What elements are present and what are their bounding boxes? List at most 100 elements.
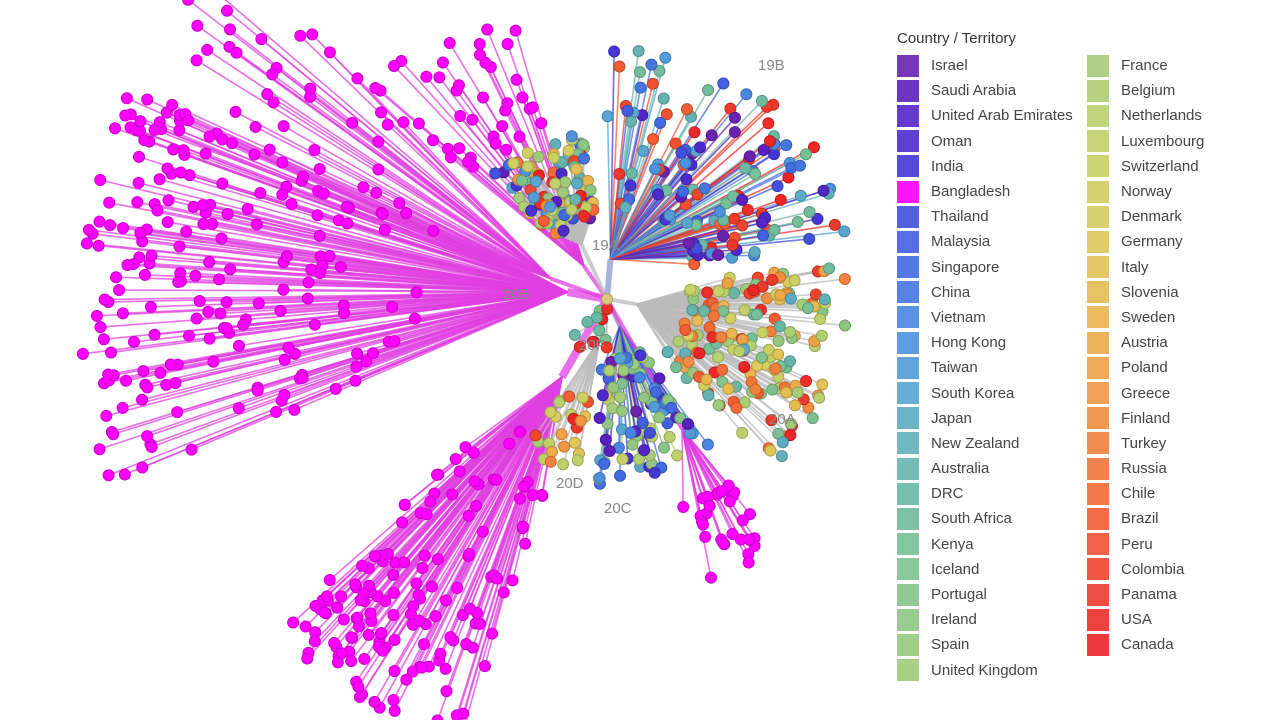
tip-node[interactable] xyxy=(220,296,233,309)
tip-node[interactable] xyxy=(513,425,526,438)
tip-node[interactable] xyxy=(501,37,514,50)
tip-node[interactable] xyxy=(723,495,736,508)
tip-node[interactable] xyxy=(784,292,797,305)
legend-item[interactable]: Spain xyxy=(897,632,1087,657)
tip-node[interactable] xyxy=(141,430,154,443)
tip-node[interactable] xyxy=(431,553,444,566)
tip-node[interactable] xyxy=(161,216,174,229)
tip-node[interactable] xyxy=(278,353,291,366)
tip-node[interactable] xyxy=(462,156,475,169)
tip-node[interactable] xyxy=(349,374,362,387)
tip-node[interactable] xyxy=(638,444,651,457)
tip-node[interactable] xyxy=(788,399,801,412)
legend-item[interactable]: Slovenia xyxy=(1087,280,1277,305)
tip-node[interactable] xyxy=(657,92,670,105)
tip-node[interactable] xyxy=(97,333,110,346)
tip-node[interactable] xyxy=(308,144,321,157)
tip-node[interactable] xyxy=(425,580,438,593)
tip-node[interactable] xyxy=(725,327,738,340)
tip-node[interactable] xyxy=(702,84,715,97)
tip-node[interactable] xyxy=(353,691,366,704)
legend-item[interactable]: Switzerland xyxy=(1087,154,1277,179)
legend-item[interactable]: Chile xyxy=(1087,481,1277,506)
tip-node[interactable] xyxy=(557,224,570,237)
legend-item[interactable]: Panama xyxy=(1087,582,1277,607)
tip-node[interactable] xyxy=(653,411,666,424)
tip-node[interactable] xyxy=(180,225,193,238)
tip-node[interactable] xyxy=(715,331,728,344)
tip-node[interactable] xyxy=(652,188,665,201)
tip-node[interactable] xyxy=(116,307,129,320)
tip-node[interactable] xyxy=(117,222,130,235)
legend-item[interactable]: Greece xyxy=(1087,380,1277,405)
tip-node[interactable] xyxy=(267,96,280,109)
tip-node[interactable] xyxy=(721,277,734,290)
legend-item[interactable]: Australia xyxy=(897,456,1087,481)
legend-item[interactable]: Germany xyxy=(1087,229,1277,254)
tip-node[interactable] xyxy=(229,105,242,118)
tip-node[interactable] xyxy=(828,218,841,231)
legend-item[interactable]: Luxembourg xyxy=(1087,129,1277,154)
tip-node[interactable] xyxy=(415,661,428,674)
tip-node[interactable] xyxy=(513,492,526,505)
tip-node[interactable] xyxy=(497,586,510,599)
tip-node[interactable] xyxy=(763,135,776,148)
tip-node[interactable] xyxy=(544,406,557,419)
tip-node[interactable] xyxy=(288,403,301,416)
tip-node[interactable] xyxy=(838,319,851,332)
tip-node[interactable] xyxy=(634,81,647,94)
tip-node[interactable] xyxy=(739,162,752,175)
tip-node[interactable] xyxy=(791,216,804,229)
tip-node[interactable] xyxy=(388,704,401,717)
tip-node[interactable] xyxy=(794,159,807,172)
tip-node[interactable] xyxy=(626,438,639,451)
tip-node[interactable] xyxy=(490,473,503,486)
tip-node[interactable] xyxy=(452,79,465,92)
tip-node[interactable] xyxy=(803,205,816,218)
tip-node[interactable] xyxy=(102,368,115,381)
tip-node[interactable] xyxy=(742,556,755,569)
tip-node[interactable] xyxy=(93,443,106,456)
tip-node[interactable] xyxy=(726,239,739,252)
tip-node[interactable] xyxy=(317,187,330,200)
tip-node[interactable] xyxy=(100,409,113,422)
tip-node[interactable] xyxy=(388,59,401,72)
tip-node[interactable] xyxy=(323,46,336,59)
tip-node[interactable] xyxy=(410,577,423,590)
tip-node[interactable] xyxy=(148,123,161,136)
tip-node[interactable] xyxy=(559,176,572,189)
tip-node[interactable] xyxy=(473,48,486,61)
tip-node[interactable] xyxy=(426,134,439,147)
tip-node[interactable] xyxy=(726,528,739,541)
tip-node[interactable] xyxy=(372,135,385,148)
tip-node[interactable] xyxy=(444,151,457,164)
legend-item[interactable]: Belgium xyxy=(1087,78,1277,103)
tip-node[interactable] xyxy=(443,36,456,49)
tip-node[interactable] xyxy=(738,304,751,317)
tip-node[interactable] xyxy=(599,433,612,446)
tip-node[interactable] xyxy=(320,590,333,603)
tip-node[interactable] xyxy=(305,263,318,276)
tip-node[interactable] xyxy=(473,617,486,630)
tip-node[interactable] xyxy=(387,609,400,622)
tip-node[interactable] xyxy=(681,417,694,430)
tip-node[interactable] xyxy=(127,335,140,348)
tip-node[interactable] xyxy=(450,709,463,720)
tip-node[interactable] xyxy=(388,335,401,348)
tip-node[interactable] xyxy=(331,601,344,614)
tip-node[interactable] xyxy=(400,207,413,220)
tip-node[interactable] xyxy=(593,411,606,424)
tip-node[interactable] xyxy=(468,475,481,488)
legend-item[interactable]: Portugal xyxy=(897,582,1087,607)
tip-node[interactable] xyxy=(277,120,290,133)
tip-node[interactable] xyxy=(190,54,203,67)
tip-node[interactable] xyxy=(216,133,229,146)
tip-node[interactable] xyxy=(525,204,538,217)
tip-node[interactable] xyxy=(555,428,568,441)
tip-node[interactable] xyxy=(653,372,666,385)
tip-node[interactable] xyxy=(334,260,347,273)
tip-node[interactable] xyxy=(584,184,597,197)
tip-node[interactable] xyxy=(328,636,341,649)
tip-node[interactable] xyxy=(717,229,730,242)
tip-node[interactable] xyxy=(562,144,575,157)
